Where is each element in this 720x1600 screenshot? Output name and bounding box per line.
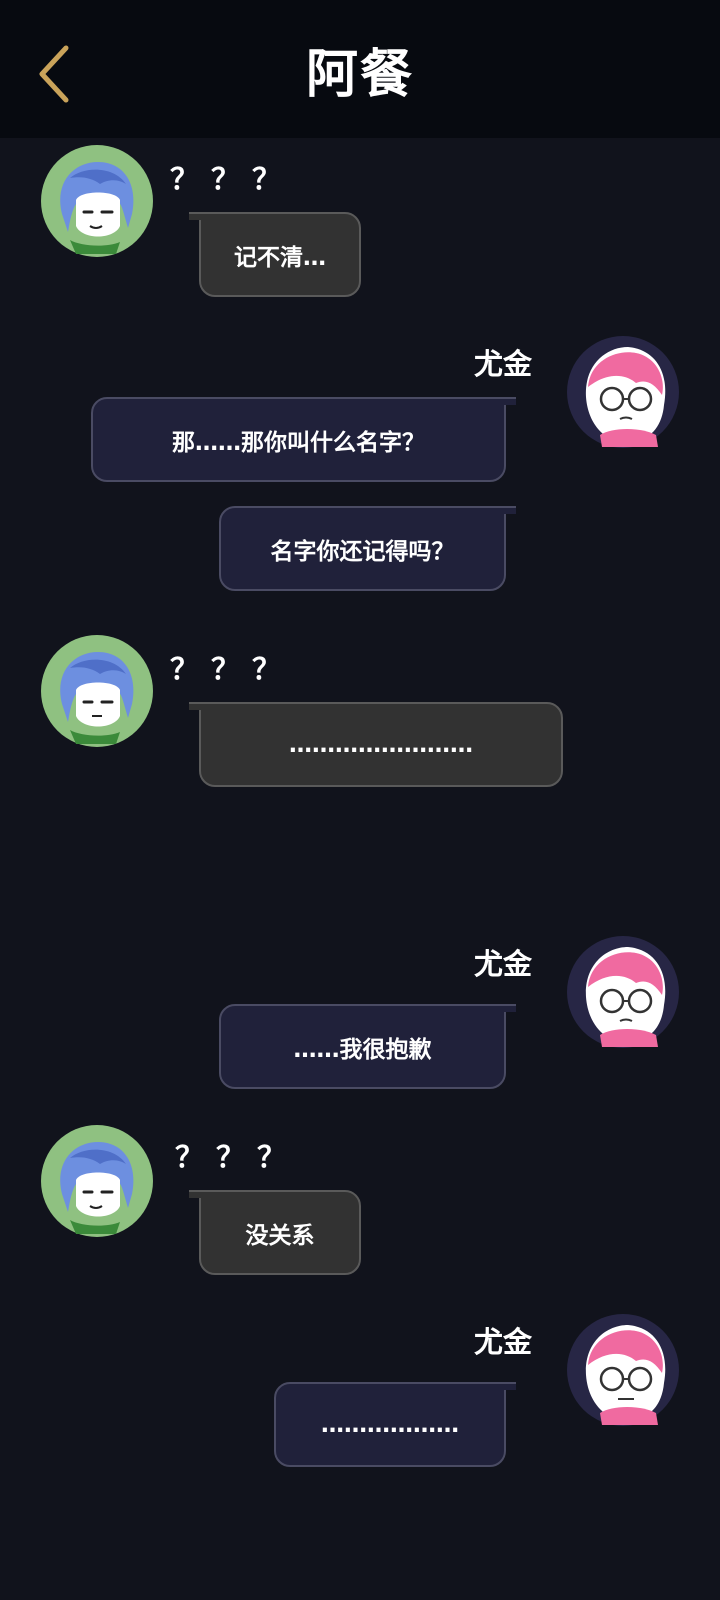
message-bubble[interactable]: ………………	[274, 1382, 516, 1467]
top-bar: 阿餐	[0, 0, 720, 138]
message-bubble[interactable]: 没关系	[189, 1190, 361, 1275]
avatar-eugene[interactable]	[566, 1313, 680, 1427]
message-bubble[interactable]: 记不清…	[189, 212, 361, 297]
avatar-unknown[interactable]	[40, 1124, 154, 1238]
avatar-eugene[interactable]	[566, 935, 680, 1049]
sender-name: ？？？	[175, 1140, 299, 1174]
message-bubble[interactable]: ……………………	[189, 702, 563, 787]
message-bubble[interactable]: 名字你还记得吗？	[219, 506, 516, 591]
sender-name: ？？？	[170, 162, 294, 196]
message-bubble[interactable]: ……我很抱歉	[219, 1004, 516, 1089]
sender-name: 尤金	[473, 347, 532, 381]
avatar-unknown[interactable]	[40, 144, 154, 258]
sender-name: 尤金	[473, 1325, 532, 1359]
sender-name: ？？？	[170, 652, 294, 686]
sender-name: 尤金	[473, 947, 532, 981]
page-title: 阿餐	[305, 45, 414, 105]
message-bubble[interactable]: 那……那你叫什么名字？	[91, 397, 516, 482]
avatar-unknown[interactable]	[40, 634, 154, 748]
avatar-eugene[interactable]	[566, 335, 680, 449]
